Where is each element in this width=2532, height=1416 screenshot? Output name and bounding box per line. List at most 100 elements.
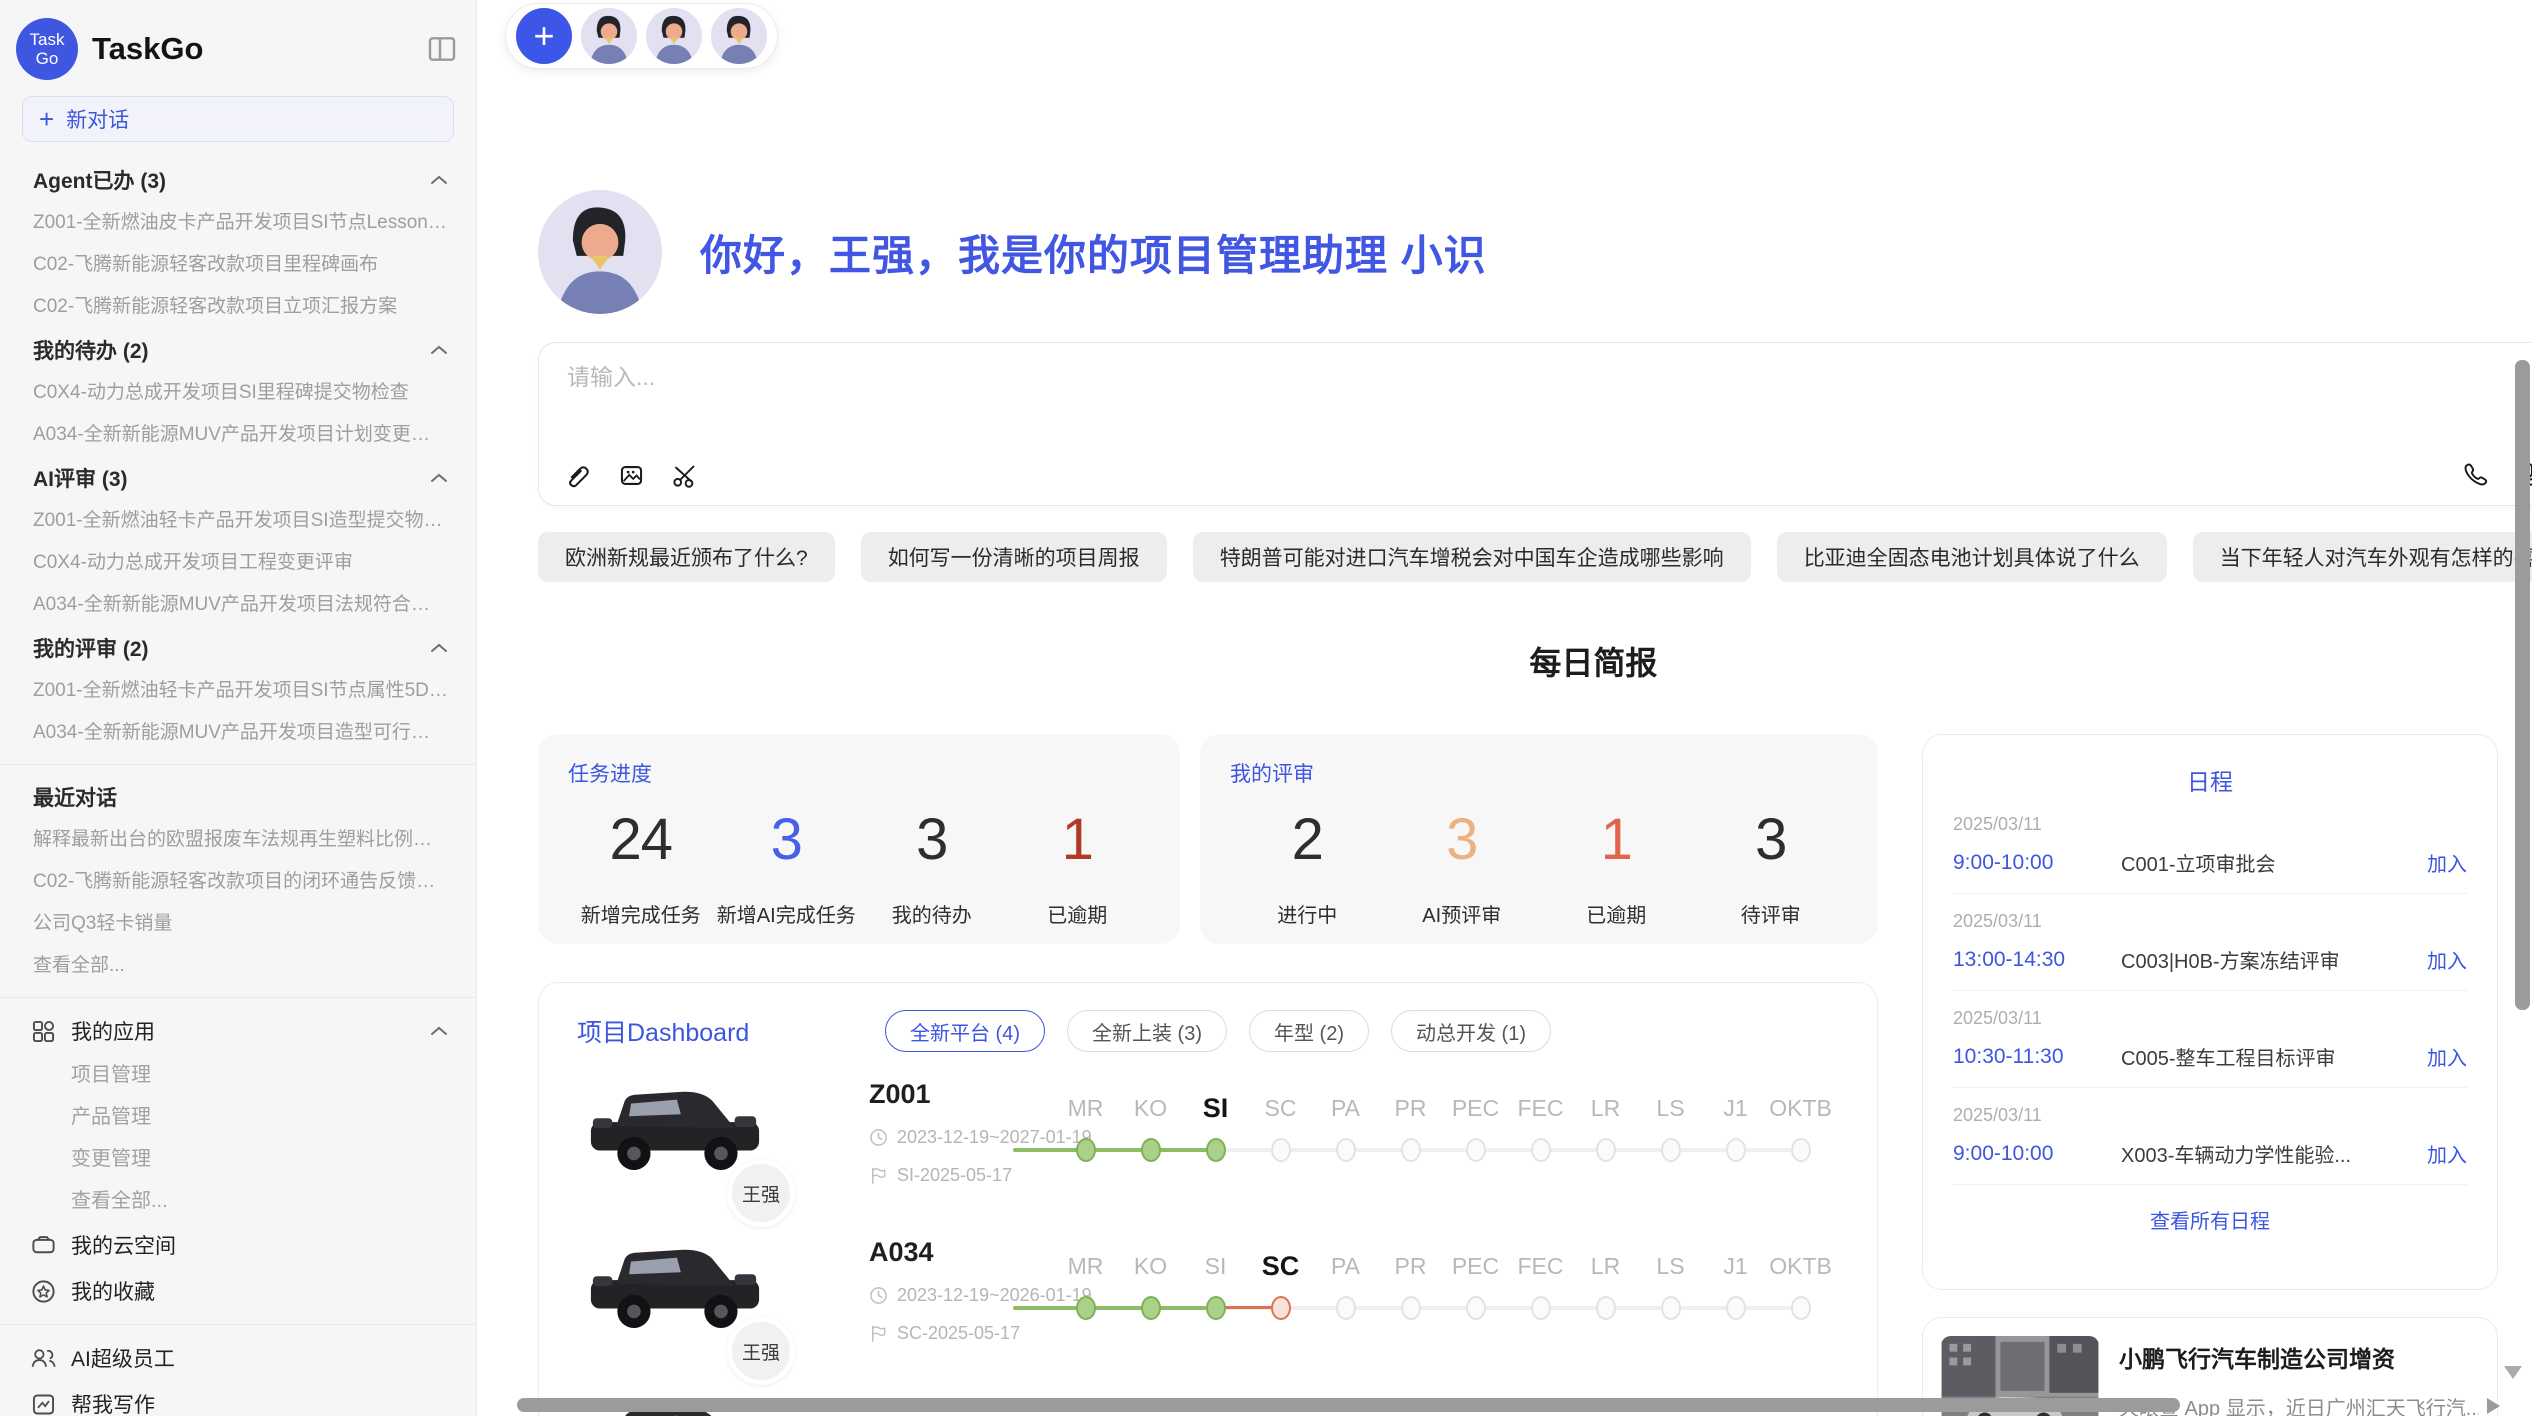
main-area: + 王强 你好，王强，我是你的项目管理助理 小识 <box>477 0 2532 1416</box>
sidebar-item-my-apps[interactable]: 我的应用 <box>0 1008 476 1054</box>
section-recent-chats: 最近对话 <box>0 775 476 819</box>
schedule-time: 9:00-10:00 <box>1953 1142 2121 1166</box>
dashboard-header: 项目Dashboard 全新平台 (4) 全新上装 (3) 年型 (2) 动总开… <box>577 1009 1839 1053</box>
suggestion-chip[interactable]: 比亚迪全固态电池计划具体说了什么 <box>1777 532 2167 582</box>
schedule-time: 10:30-11:30 <box>1953 1045 2121 1069</box>
apps-view-all[interactable]: 查看全部... <box>0 1180 476 1222</box>
join-meeting-link[interactable]: 加入 <box>2427 1139 2467 1168</box>
vertical-scrollbar[interactable] <box>2515 360 2530 1010</box>
task-item[interactable]: A034-全新新能源MUV产品开发项目计划变更表编写 <box>0 414 476 456</box>
filter-new-body[interactable]: 全新上装 (3) <box>1067 1010 1227 1052</box>
filter-new-platform[interactable]: 全新平台 (4) <box>885 1010 1045 1052</box>
app-item-change-mgmt[interactable]: 变更管理 <box>0 1138 476 1180</box>
app-item-project-mgmt[interactable]: 项目管理 <box>0 1054 476 1096</box>
scroll-right-arrow[interactable] <box>2487 1398 2500 1414</box>
filter-model-year[interactable]: 年型 (2) <box>1249 1010 1369 1052</box>
sidebar-item-cloud-space[interactable]: 我的云空间 <box>0 1222 476 1268</box>
suggestion-chip[interactable]: 如何写一份清晰的项目周报 <box>861 532 1167 582</box>
task-item[interactable]: C02-飞腾新能源轻客改款项目里程碑画布 <box>0 244 476 286</box>
composer-left-tools <box>565 462 698 489</box>
stat-label: 新增完成任务 <box>568 899 714 928</box>
agent-avatar[interactable] <box>646 8 702 64</box>
dashboard-filters: 全新平台 (4) 全新上装 (3) 年型 (2) 动总开发 (1) <box>885 1010 1551 1052</box>
stat-value: 24 <box>568 806 714 873</box>
task-item[interactable]: C0X4-动力总成开发项目工程变更评审 <box>0 542 476 584</box>
join-meeting-link[interactable]: 加入 <box>2427 848 2467 877</box>
attachment-icon[interactable] <box>565 462 592 489</box>
filter-powertrain[interactable]: 动总开发 (1) <box>1391 1010 1551 1052</box>
image-upload-icon[interactable] <box>618 462 645 489</box>
milestone: FEC <box>1508 1091 1573 1162</box>
stat-value: 2 <box>1230 806 1385 873</box>
favorites-label: 我的收藏 <box>71 1276 448 1306</box>
recent-view-all[interactable]: 查看全部... <box>0 945 476 987</box>
scroll-down-arrow[interactable] <box>2504 1366 2522 1379</box>
milestone: FEC <box>1508 1249 1573 1320</box>
task-item[interactable]: A034-全新新能源MUV产品开发项目法规符合性评审 <box>0 584 476 626</box>
milestone: LS <box>1638 1091 1703 1162</box>
milestone-dot <box>1401 1138 1421 1162</box>
milestone: LR <box>1573 1091 1638 1162</box>
task-item[interactable]: Z001-全新燃油轻卡产品开发项目SI造型提交物评审 <box>0 500 476 542</box>
stat-overdue: 1 已逾期 <box>1005 806 1151 928</box>
milestone-timeline: MR KO SI SC PA PR PEC FEC LR <box>1053 1249 1833 1345</box>
stat-value: 3 <box>859 806 1005 873</box>
stat-label: AI预评审 <box>1385 899 1540 928</box>
section-my-todo[interactable]: 我的待办 (2) <box>0 328 476 372</box>
task-item[interactable]: A034-全新新能源MUV产品开发项目造型可行性评审 <box>0 712 476 754</box>
stat-my-todo: 3 我的待办 <box>859 806 1005 928</box>
task-item[interactable]: Z001-全新燃油皮卡产品开发项目SI节点Lesson Learn报告 <box>0 202 476 244</box>
agent-avatar[interactable] <box>711 8 767 64</box>
recent-chat-item[interactable]: 公司Q3轻卡销量 <box>0 903 476 945</box>
recent-chat-item[interactable]: C02-飞腾新能源轻客改款项目的闭环通告反馈情况 <box>0 861 476 903</box>
horizontal-scrollbar[interactable] <box>517 1398 2180 1412</box>
scissors-icon[interactable] <box>671 462 698 489</box>
milestone-dot <box>1076 1296 1096 1320</box>
collapse-sidebar-icon[interactable] <box>426 33 458 65</box>
greeting: 你好，王强，我是你的项目管理助理 小识 <box>538 190 2532 314</box>
join-meeting-link[interactable]: 加入 <box>2427 1042 2467 1071</box>
plus-icon: + <box>39 104 54 135</box>
sidebar-item-favorites[interactable]: 我的收藏 <box>0 1268 476 1314</box>
project-row-a034[interactable]: 王强 A034 2023-12-19~2026-01-19 <box>577 1235 1839 1393</box>
chat-input[interactable] <box>567 357 2532 397</box>
recent-chat-item[interactable]: 解释最新出台的欧盟报废车法规再生塑料比例被调至15%... <box>0 819 476 861</box>
task-item[interactable]: Z001-全新燃油轻卡产品开发项目SI节点属性5D文件评审 <box>0 670 476 712</box>
news-title: 小鹏飞行汽车制造公司增资 <box>2119 1340 2479 1374</box>
phone-call-icon[interactable] <box>2462 461 2489 488</box>
section-agent-done[interactable]: Agent已办 (3) <box>0 158 476 202</box>
join-meeting-link[interactable]: 加入 <box>2427 945 2467 974</box>
section-title: 我的待办 (2) <box>33 335 149 365</box>
task-item[interactable]: C0X4-动力总成开发项目SI里程碑提交物检查 <box>0 372 476 414</box>
suggestion-chip[interactable]: 当下年轻人对汽车外观有怎样的喜好趋势 <box>2193 532 2532 582</box>
project-row-z001[interactable]: 王强 Z001 2023-12-19~2027-01-19 <box>577 1077 1839 1235</box>
section-ai-review[interactable]: AI评审 (3) <box>0 456 476 500</box>
help-me-write-label: 帮我写作 <box>71 1389 448 1416</box>
view-all-schedule-link[interactable]: 查看所有日程 <box>1953 1205 2467 1234</box>
schedule-event-title: C003|H0B-方案冻结评审 <box>2121 945 2413 974</box>
new-chat-button[interactable]: + 新对话 <box>22 96 454 142</box>
milestone-dot <box>1791 1296 1811 1320</box>
sidebar-item-help-me-write[interactable]: 帮我写作 <box>0 1381 476 1416</box>
suggestion-chip[interactable]: 欧洲新规最近颁布了什么? <box>538 532 835 582</box>
project-car-image <box>587 1077 763 1179</box>
section-my-review[interactable]: 我的评审 (2) <box>0 626 476 670</box>
chevron-up-icon <box>430 642 448 654</box>
sidebar-item-ai-super-staff[interactable]: AI超级员工 <box>0 1335 476 1381</box>
schedule-time: 13:00-14:30 <box>1953 948 2121 972</box>
milestone-dot <box>1466 1296 1486 1320</box>
schedule-card: 日程 2025/03/11 9:00-10:00 C001-立项审批会 加入 2… <box>1922 734 2498 1290</box>
divider <box>0 1324 476 1325</box>
milestone-dot <box>1466 1138 1486 1162</box>
flag-icon <box>869 1324 888 1343</box>
milestone: KO <box>1118 1091 1183 1162</box>
app-item-product-mgmt[interactable]: 产品管理 <box>0 1096 476 1138</box>
milestone-dot <box>1401 1296 1421 1320</box>
task-item[interactable]: C02-飞腾新能源轻客改款项目立项汇报方案 <box>0 286 476 328</box>
suggestion-chip[interactable]: 特朗普可能对进口汽车增税会对中国车企造成哪些影响 <box>1193 532 1751 582</box>
agent-avatar[interactable] <box>581 8 637 64</box>
project-flag-text: SI-2025-05-17 <box>897 1165 1012 1186</box>
milestone: PA <box>1313 1249 1378 1320</box>
add-agent-button[interactable]: + <box>516 8 572 64</box>
dashboard-title: 项目Dashboard <box>577 1013 827 1049</box>
